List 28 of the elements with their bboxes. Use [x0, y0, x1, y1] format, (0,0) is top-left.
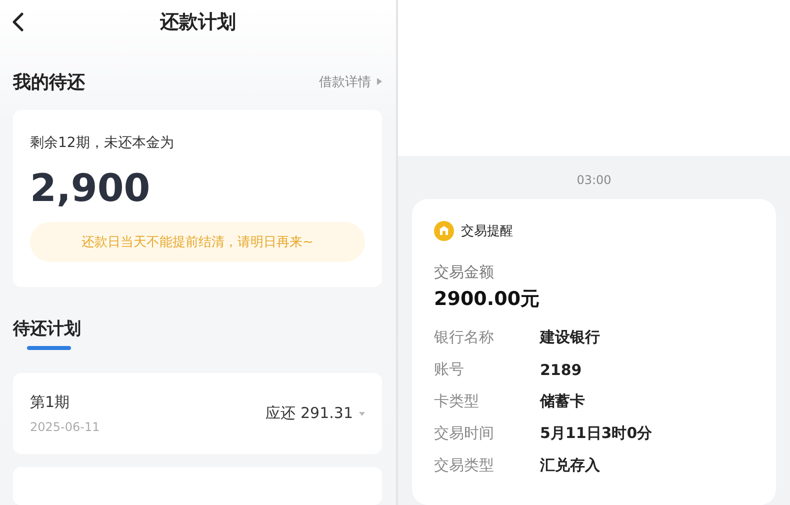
field-label: 交易类型	[434, 456, 495, 475]
field-value: 汇兑存入	[540, 456, 600, 475]
amount-label: 交易金额	[434, 263, 495, 282]
field-value: 建设银行	[540, 328, 600, 347]
message-title: 交易提醒	[461, 223, 513, 240]
caret-icon	[377, 78, 382, 86]
principal-amount: 2,900	[30, 166, 152, 210]
plan-tab[interactable]: 待还计划	[13, 317, 81, 350]
bank-icon	[434, 221, 454, 241]
back-icon[interactable]	[12, 12, 24, 32]
period-label: 第1期	[30, 393, 71, 412]
message-time: 03:00	[576, 173, 612, 187]
field-label: 卡类型	[434, 392, 480, 411]
field-value: 2189	[540, 360, 582, 378]
transaction-amount: 2900.00元	[434, 287, 541, 312]
caret-icon	[359, 412, 365, 416]
due-date: 2025-06-11	[30, 420, 100, 434]
remaining-text: 剩余12期，未还本金为	[30, 134, 175, 152]
page-title: 还款计划	[160, 10, 236, 35]
field-value: 储蓄卡	[540, 392, 585, 411]
section-heading: 我的待还	[13, 70, 85, 94]
due-amount: 应还 291.31	[266, 404, 353, 424]
field-label: 银行名称	[434, 328, 495, 347]
field-value: 5月11日3时0分	[540, 424, 652, 443]
notice-banner: 还款日当天不能提前结清，请明日再来~	[30, 222, 365, 262]
field-label: 账号	[434, 360, 465, 379]
installment-card[interactable]: 第1期 2025-06-11 应还 291.31	[13, 372, 382, 454]
field-label: 交易时间	[434, 424, 495, 443]
